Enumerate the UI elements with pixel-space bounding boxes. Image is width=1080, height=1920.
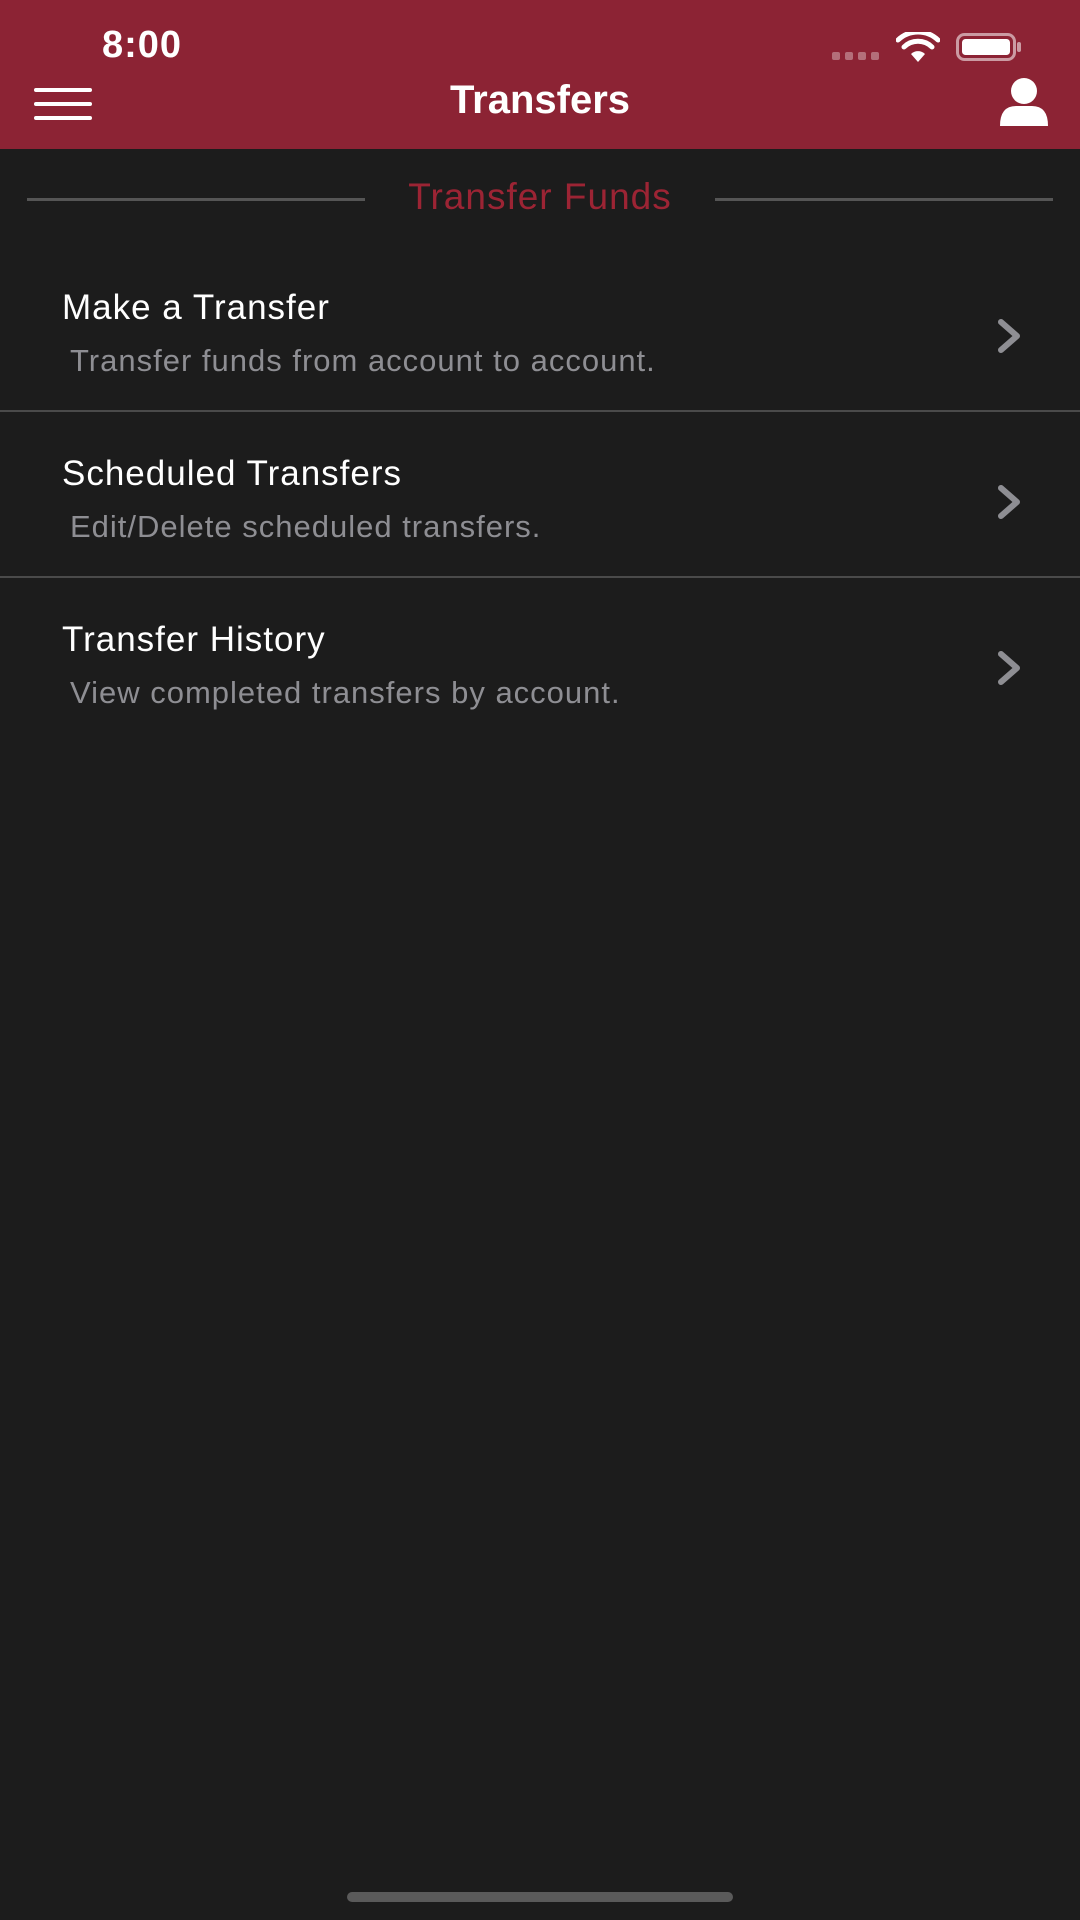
chevron-right-icon: [998, 319, 1020, 353]
chevron-right-icon: [998, 651, 1020, 685]
list-item-title: Make a Transfer: [62, 288, 330, 327]
make-a-transfer-item[interactable]: Make a Transfer Transfer funds from acco…: [0, 246, 1080, 412]
list-item-subtitle: View completed transfers by account.: [70, 675, 621, 710]
transfer-history-item[interactable]: Transfer History View completed transfer…: [0, 578, 1080, 742]
battery-icon: [956, 33, 1021, 61]
page-title: Transfers: [449, 78, 631, 122]
list-item-subtitle: Edit/Delete scheduled transfers.: [70, 509, 542, 544]
list-item-title: Scheduled Transfers: [62, 454, 403, 493]
wifi-icon: [896, 32, 940, 62]
chevron-right-icon: [998, 485, 1020, 519]
user-profile-icon[interactable]: [996, 76, 1052, 128]
menu-button[interactable]: [30, 84, 96, 124]
scheduled-transfers-item[interactable]: Scheduled Transfers Edit/Delete schedule…: [0, 412, 1080, 578]
divider: [715, 198, 1053, 201]
cellular-signal-icon: [832, 52, 880, 60]
home-indicator[interactable]: [347, 1892, 733, 1902]
section-header: Transfer Funds: [27, 176, 1053, 224]
list-item-title: Transfer History: [62, 620, 326, 659]
app-header: 8:00 Transfers: [0, 0, 1080, 149]
transfers-screen: 8:00 Transfers Transfer Funds Make a Tra…: [0, 0, 1080, 1920]
list-item-subtitle: Transfer funds from account to account.: [70, 343, 656, 378]
section-title: Transfer Funds: [408, 176, 672, 217]
transfer-options-list: Make a Transfer Transfer funds from acco…: [0, 246, 1080, 742]
status-time: 8:00: [102, 24, 183, 66]
